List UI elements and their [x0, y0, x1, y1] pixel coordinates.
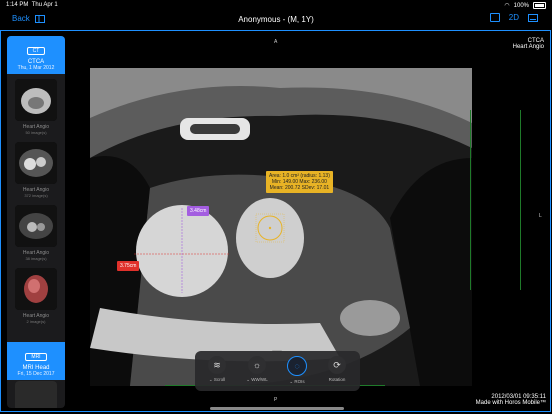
ct-slice-graphic: [90, 68, 472, 386]
ct-image[interactable]: [90, 68, 472, 386]
roi-mean: Mean: 200.72 SDev: 17.01: [269, 185, 330, 191]
thumbnail-item[interactable]: Heart Angio 2 image(s): [7, 263, 65, 326]
status-date-text: Thu Apr 1: [31, 2, 58, 8]
tool-label: ⌄ Scroll: [208, 377, 226, 382]
series-date: Fri, 15 Dec 2017: [17, 371, 55, 377]
thumbnail-item[interactable]: Heart Angio 38 image(s): [7, 200, 65, 263]
roi-info-box[interactable]: Area: 1.0 cm² (radius: 1.13) Min: 149.00…: [266, 171, 333, 193]
thumbnail-graphic: [15, 268, 57, 310]
series-mri-header[interactable]: MRI MRI Head Fri, 15 Dec 2017: [7, 342, 65, 380]
modality-badge: MRI: [25, 353, 47, 361]
orientation-right: L: [539, 213, 542, 219]
series-subtitle: Heart Angio: [512, 44, 544, 50]
roi-circle-icon: ◌: [287, 356, 307, 376]
tool-label-text: ROIs: [294, 379, 305, 384]
tool-label: ⌄ ROIs: [289, 379, 305, 384]
rotate-icon: ⟳: [328, 356, 346, 374]
tool-palette: ≋ ⌄ Scroll ☼ ⌄ WW/WL ◌ ⌄ ROIs ⟳ Rotation: [195, 351, 360, 391]
page-title: Anonymous - (M, 1Y): [238, 15, 314, 24]
thumbnail-graphic: [15, 142, 57, 184]
tool-rois[interactable]: ◌ ⌄ ROIs: [279, 356, 315, 385]
nav-tools: 2D: [489, 13, 538, 22]
battery-percent: 100%: [513, 2, 529, 9]
mri-thumbnail[interactable]: [15, 381, 57, 408]
tool-scroll[interactable]: ≋ ⌄ Scroll: [199, 356, 235, 383]
status-time: 1:14 PM Thu Apr 1: [6, 2, 58, 8]
series-ct-header[interactable]: CT CTCA Thu, 1 Mar 2012: [7, 36, 65, 74]
modality-badge: CT: [26, 47, 46, 55]
thumbnail-count: 2 image(s): [26, 319, 46, 324]
tool-label-text: Scroll: [213, 377, 226, 382]
app-credit: Made with Horos Mobile™: [475, 400, 546, 406]
thumbnail-item[interactable]: Heart Angio 372 image(s): [7, 137, 65, 200]
series-sidebar: CT CTCA Thu, 1 Mar 2012 Heart Angio 50 i…: [7, 36, 65, 408]
tool-label-text: WW/WL: [251, 377, 268, 382]
home-indicator[interactable]: [210, 407, 344, 410]
thumbnail-graphic: [15, 205, 57, 247]
thumbnail-image: [15, 268, 57, 310]
status-right: ◠ 100%: [504, 2, 546, 9]
orientation-top: A: [274, 39, 278, 45]
thumbnail-count: 38 image(s): [25, 256, 47, 261]
wifi-icon: ◠: [504, 3, 510, 9]
thumbnail-image: [15, 205, 57, 247]
image-footer: 2012/03/01 09:35:11 Made with Horos Mobi…: [476, 394, 546, 406]
vertical-ruler: [470, 110, 471, 290]
status-time-text: 1:14 PM: [6, 2, 29, 8]
thumbnail-graphic: [15, 79, 57, 121]
tool-label: ⌄ WW/WL: [246, 377, 268, 382]
thumbnail-item[interactable]: Heart Angio 50 image(s): [7, 74, 65, 137]
status-bar: 1:14 PM Thu Apr 1 ◠ 100%: [0, 0, 552, 10]
measurement-label-purple[interactable]: 3.48cm: [187, 206, 210, 216]
vertical-ruler-right: [520, 110, 521, 290]
thumbnail-image: [15, 79, 57, 121]
thumbnail-count: 372 image(s): [24, 193, 48, 198]
tool-wwwl[interactable]: ☼ ⌄ WW/WL: [239, 356, 275, 383]
nav-bar: Back Anonymous - (M, 1Y) 2D: [0, 10, 552, 30]
mode-2d-button[interactable]: 2D: [509, 13, 519, 22]
thumbnail-count: 50 image(s): [25, 130, 47, 135]
measurement-label-red[interactable]: 3.75cm: [117, 261, 140, 271]
screen-icon[interactable]: [528, 13, 538, 22]
thumbnail-image: [15, 142, 57, 184]
series-date: Thu, 1 Mar 2012: [17, 65, 55, 71]
layout-icon[interactable]: [489, 13, 500, 22]
tool-label: Rotation: [328, 377, 346, 382]
tool-rotation[interactable]: ⟳ Rotation: [319, 356, 355, 382]
layers-icon: ≋: [208, 356, 226, 374]
battery-icon: [533, 2, 546, 9]
orientation-bottom: P: [274, 397, 278, 403]
series-info: CTCA Heart Angio: [513, 38, 544, 50]
brightness-icon: ☼: [248, 356, 266, 374]
